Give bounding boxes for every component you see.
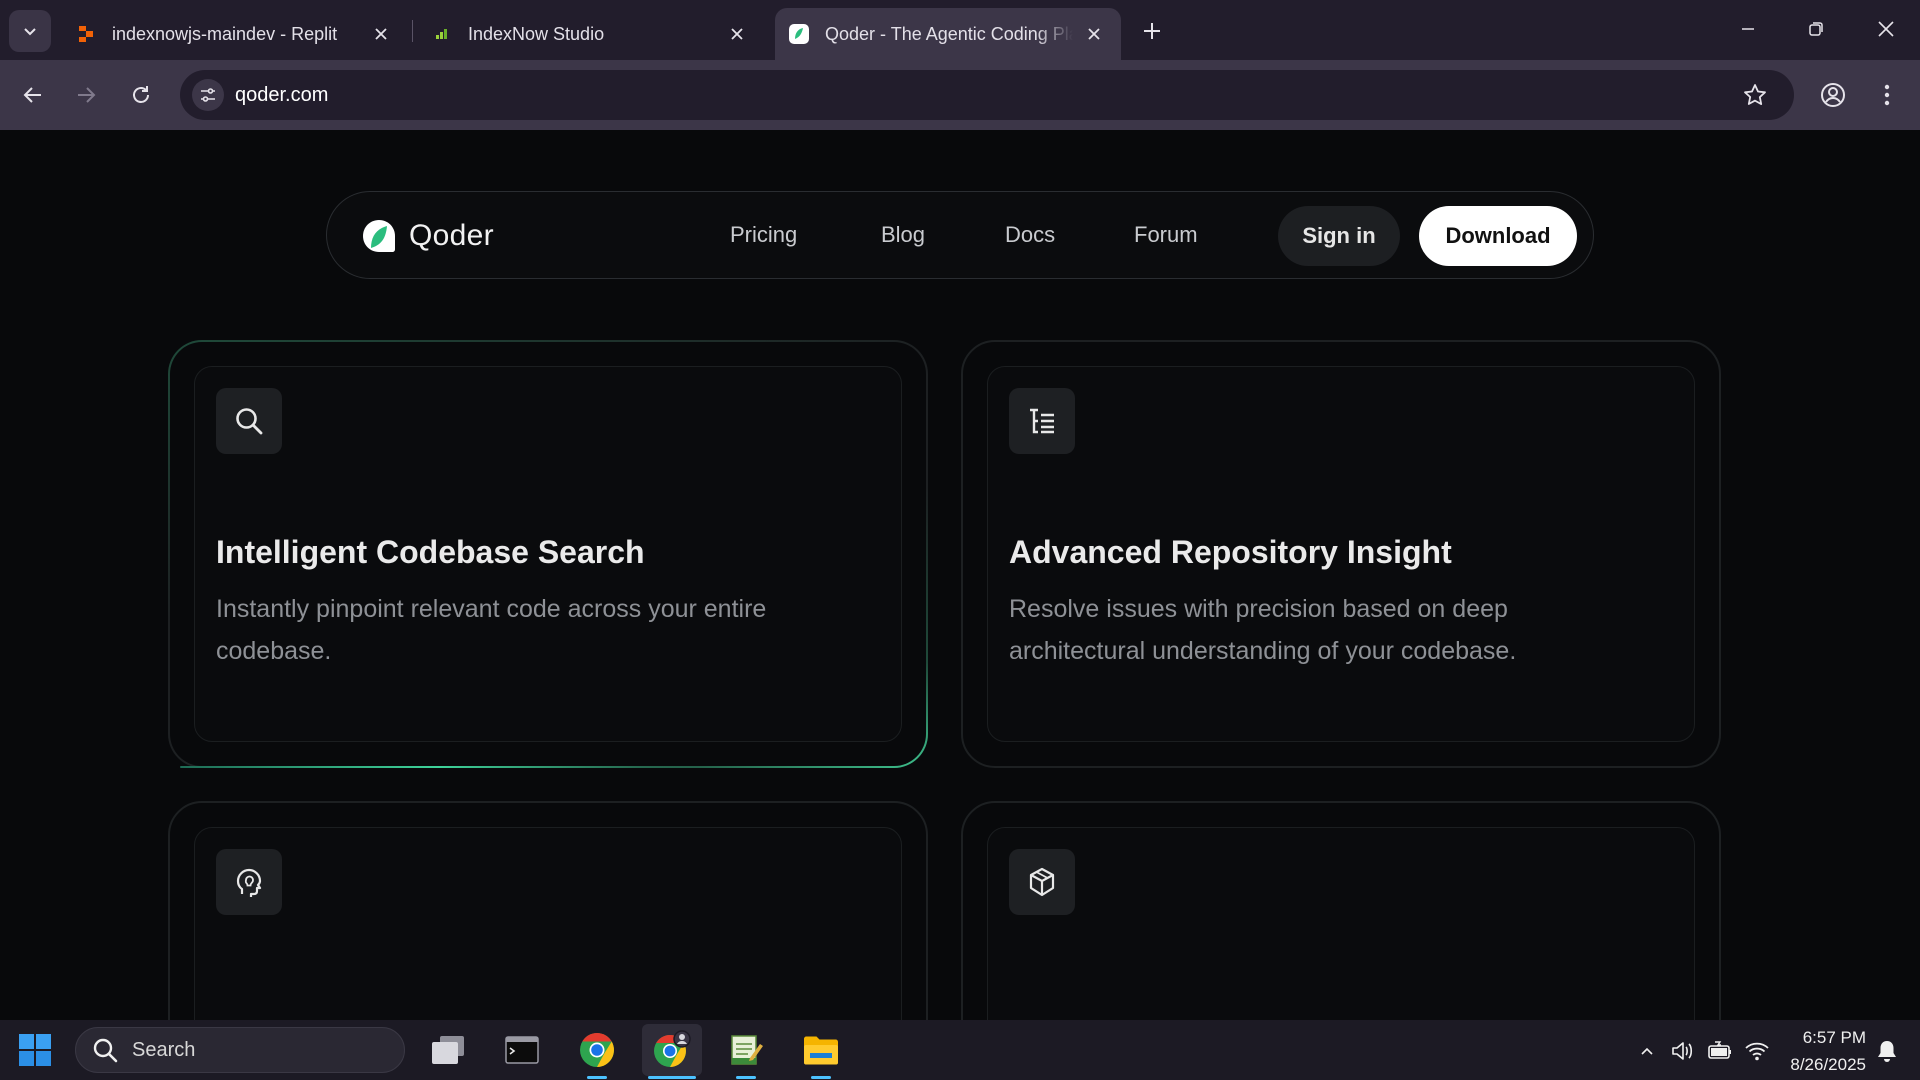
profile-button[interactable] [1813,75,1853,115]
windows-logo-icon [19,1034,51,1066]
more-vert-icon [1884,84,1890,106]
notepad-icon [731,1035,763,1065]
reload-button[interactable] [121,75,161,115]
forward-button[interactable] [66,75,106,115]
list-tree-icon [1009,388,1075,454]
download-button[interactable]: Download [1419,206,1577,266]
feature-title: Intelligent Codebase Search [216,534,645,570]
feature-description: Instantly pinpoint relevant code across … [216,595,767,665]
search-icon [216,388,282,454]
qoder-icon [789,24,809,44]
feature-card-inner [987,827,1695,1020]
notepad-app[interactable] [716,1024,776,1079]
web-page: Qoder Pricing Blog Docs Forum Sign in Do… [0,130,1920,1020]
windows-taskbar: Search 6:57 PM 8/26/2025 [0,1020,1920,1080]
terminal-app[interactable] [492,1024,552,1076]
minimize-button[interactable] [1720,8,1776,50]
nav-blog[interactable]: Blog [881,222,925,248]
close-icon [1878,21,1894,37]
restore-icon [1809,22,1823,36]
feature-card-inner [194,827,902,1020]
site-info-icon[interactable] [192,79,224,111]
new-tab-button[interactable] [1132,14,1172,48]
feature-card-3 [168,801,928,1020]
indexnow-icon [432,24,452,44]
close-tab-icon[interactable] [368,21,394,47]
arrow-right-icon [78,87,96,103]
close-tab-icon[interactable] [724,21,750,47]
show-hidden-icons-button[interactable] [1634,1038,1660,1064]
feature-description: Resolve issues with precision based on d… [1009,595,1517,665]
tab-separator [412,20,413,42]
battery-charging-icon [1708,1041,1731,1059]
volume-button[interactable] [1670,1038,1696,1064]
taskbar-search[interactable]: Search [75,1027,405,1073]
chrome-app[interactable] [567,1024,627,1079]
browser-toolbar: qoder.com [0,60,1920,130]
minimize-icon [1742,28,1754,30]
plus-icon [1144,23,1160,39]
feature-card-4 [961,801,1721,1020]
back-button[interactable] [13,75,53,115]
task-view-button[interactable] [418,1024,478,1076]
cube-icon [1009,849,1075,915]
file-explorer-app[interactable] [791,1024,851,1079]
head-bulb-icon [216,849,282,915]
qoder-logo-icon [363,220,395,252]
chrome-profile-app[interactable] [642,1024,702,1079]
tab-title: indexnowjs-maindev - Replit [112,23,338,44]
notifications-button[interactable] [1874,1038,1900,1064]
wifi-icon [1745,1042,1769,1061]
tab-indexnow-studio[interactable]: IndexNow Studio [418,8,764,60]
reload-icon [133,86,149,103]
start-button[interactable] [5,1024,65,1076]
battery-button[interactable] [1707,1038,1733,1064]
brand-name: Qoder [409,219,494,252]
feature-card-repository-insight: Advanced Repository Insight Resolve issu… [961,340,1721,768]
chevron-down-icon [24,28,36,36]
chevron-up-icon [1641,1047,1653,1055]
url-text: qoder.com [235,84,329,106]
close-tab-icon[interactable] [1081,21,1107,47]
terminal-icon [505,1036,539,1064]
nav-forum[interactable]: Forum [1134,222,1198,248]
clock-time: 6:57 PM [1802,1028,1866,1047]
browser-tab-bar: indexnowjs-maindev - Replit IndexNow Stu… [0,0,1920,60]
tab-qoder[interactable]: Qoder - The Agentic Coding Platform [775,8,1121,60]
address-bar[interactable]: qoder.com [180,70,1794,120]
close-window-button[interactable] [1858,8,1914,50]
taskbar-search-placeholder: Search [132,1038,196,1061]
feature-card-codebase-search: Intelligent Codebase Search Instantly pi… [168,340,928,768]
replit-icon [76,24,96,44]
wifi-button[interactable] [1744,1038,1770,1064]
chrome-icon [654,1030,691,1067]
clock-date: 8/26/2025 [1790,1055,1866,1074]
tab-replit[interactable]: indexnowjs-maindev - Replit [62,8,408,60]
feature-title: Advanced Repository Insight [1009,534,1452,570]
folder-icon [804,1036,838,1065]
restore-button[interactable] [1788,8,1844,50]
speaker-icon [1672,1042,1693,1060]
site-logo[interactable]: Qoder [361,218,494,254]
site-header: Qoder Pricing Blog Docs Forum Sign in Do… [326,191,1594,279]
system-clock[interactable]: 6:57 PM 8/26/2025 [1790,1024,1866,1078]
account-circle-icon [1821,83,1845,107]
nav-pricing[interactable]: Pricing [730,222,797,248]
bookmark-star-icon[interactable] [1742,82,1770,110]
chrome-icon [580,1033,614,1067]
arrow-left-icon [23,87,41,103]
nav-docs[interactable]: Docs [1005,222,1055,248]
search-icon [93,1038,118,1063]
sign-in-button[interactable]: Sign in [1278,206,1400,266]
bell-icon [1878,1041,1896,1062]
tab-title: Qoder - The Agentic Coding Platform [825,23,1073,44]
browser-menu-button[interactable] [1867,75,1907,115]
tab-title: IndexNow Studio [468,23,605,44]
tab-search-button[interactable] [9,10,51,52]
task-view-icon [432,1036,464,1064]
